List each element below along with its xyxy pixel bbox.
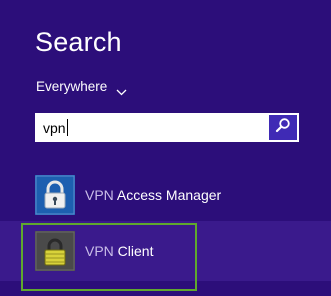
result-label: VPN Client xyxy=(85,242,153,260)
page-title: Search xyxy=(35,27,122,57)
result-match-text: VPN xyxy=(85,187,114,203)
search-input-value: vpn xyxy=(43,119,66,136)
search-box: vpn xyxy=(35,113,299,142)
search-result-vpn-access-manager[interactable]: VPN Access Manager xyxy=(0,165,331,225)
padlock-icon xyxy=(35,231,75,271)
result-label: VPN Access Manager xyxy=(85,186,221,204)
result-rest-text: Client xyxy=(113,243,154,259)
text-caret xyxy=(66,119,68,136)
padlock-icon xyxy=(35,175,75,215)
search-result-vpn-client[interactable]: VPN Client xyxy=(0,221,331,281)
search-input[interactable]: vpn xyxy=(35,113,269,142)
result-match-text: VPN xyxy=(85,243,114,259)
chevron-down-icon xyxy=(116,83,127,96)
search-scope-label: Everywhere xyxy=(36,79,108,94)
search-scope-dropdown[interactable]: Everywhere xyxy=(36,78,127,96)
result-rest-text: Access Manager xyxy=(113,187,222,203)
search-button[interactable] xyxy=(269,113,299,142)
magnifier-icon xyxy=(275,117,291,138)
